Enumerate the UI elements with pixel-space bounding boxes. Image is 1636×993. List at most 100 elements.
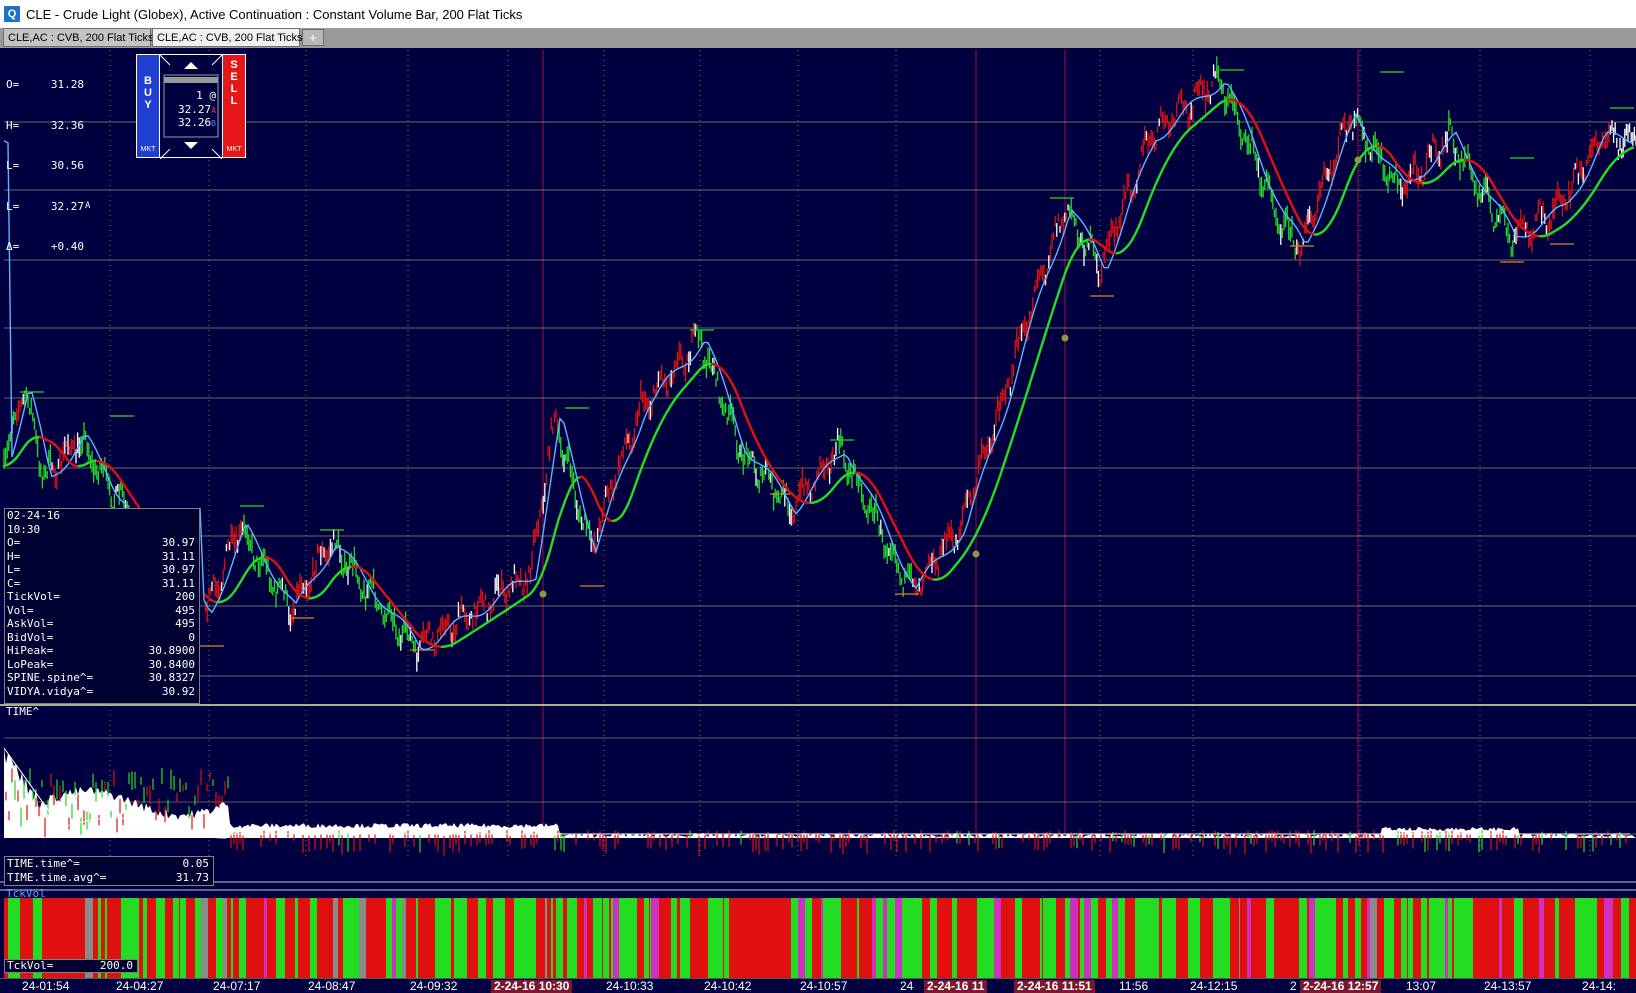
- tckvol-bar: [428, 898, 432, 978]
- app-q-icon[interactable]: Q: [4, 6, 20, 22]
- buy-button[interactable]: BUY MKT: [136, 54, 160, 158]
- bar-info-value: 200: [175, 590, 195, 604]
- tckvol-bar: [1106, 898, 1112, 978]
- tckvol-bar: [1056, 898, 1065, 978]
- tckvol-bar: [745, 898, 746, 978]
- time-avg-value: 31.73: [176, 871, 209, 885]
- tckvol-bar: [295, 898, 298, 978]
- tckvol-bar: [440, 898, 447, 978]
- tckvol-bar: [563, 898, 567, 978]
- tckvol-bar: [493, 898, 496, 978]
- tckvol-bar: [889, 898, 895, 978]
- bar-info-value: 30.97: [162, 536, 195, 550]
- tckvol-bar: [603, 898, 609, 978]
- tckvol-bar: [529, 898, 535, 978]
- time-axis-label: 24-09:32: [410, 980, 457, 993]
- time-axis-label: 2: [1290, 980, 1297, 993]
- ticket-handle[interactable]: [164, 77, 218, 83]
- tckvol-bar: [448, 898, 451, 978]
- ticket-ask: 32.27A: [178, 103, 216, 116]
- tckvol-bar: [368, 898, 374, 978]
- tckvol-bar: [1155, 898, 1159, 978]
- quote-delta-label: Δ=: [6, 240, 40, 254]
- tckvol-bar: [798, 898, 805, 978]
- tckvol-bar: [486, 898, 493, 978]
- tckvol-bar: [1408, 898, 1413, 978]
- tckvol-bar: [699, 898, 708, 978]
- tckvol-bar: [857, 898, 859, 978]
- chart-tab-2[interactable]: CLE,AC : CVB, 200 Flat Ticks: [152, 28, 300, 47]
- sell-button[interactable]: SELL MKT: [222, 54, 246, 158]
- tckvol-bar: [971, 898, 975, 978]
- tckvol-bar: [454, 898, 459, 978]
- tckvol-bar: [216, 898, 223, 978]
- tckvol-bar: [1508, 898, 1514, 978]
- tckvol-bar: [1407, 898, 1408, 978]
- tckvol-bar: [823, 898, 828, 978]
- tckvol-bar: [1452, 898, 1454, 978]
- tckvol-bar: [1317, 898, 1324, 978]
- price-chart[interactable]: [0, 48, 1636, 978]
- tckvol-bar: [276, 898, 285, 978]
- tckvol-bar: [1483, 898, 1485, 978]
- tckvol-bar: [1394, 898, 1399, 978]
- tckvol-bar: [408, 898, 413, 978]
- tckvol-bar: [957, 898, 960, 978]
- tckvol-bar: [1523, 898, 1531, 978]
- ticket-qty[interactable]: 1 @: [196, 89, 216, 102]
- tckvol-bar: [231, 898, 233, 978]
- tckvol-bar: [778, 898, 779, 978]
- tckvol-bar: [932, 898, 936, 978]
- bar-info-row: C=31.11: [5, 577, 199, 591]
- vidya-line: [1630, 148, 1633, 149]
- qty-up-arrow-icon[interactable]: [184, 62, 198, 69]
- tckvol-bar: [622, 898, 630, 978]
- bar-info-value: 30.92: [162, 685, 195, 699]
- qty-down-arrow-icon[interactable]: [184, 142, 198, 149]
- tckvol-bar: [250, 898, 258, 978]
- tckvol-bar: [522, 898, 529, 978]
- tckvol-bar: [1022, 898, 1031, 978]
- tckvol-bar: [1422, 898, 1427, 978]
- tckvol-info-panel: TckVol=200.0: [4, 959, 138, 973]
- bar-info-key: SPINE.spine^=: [7, 671, 93, 685]
- tckvol-bar: [1096, 898, 1098, 978]
- bar-info-value: 30.8327: [149, 671, 195, 685]
- bar-time: 10:30: [7, 523, 40, 537]
- time-axis-label: 11:56: [1119, 980, 1148, 993]
- tckvol-bar: [613, 898, 619, 978]
- time-axis[interactable]: 24-01:5424-04:2724-07:1724-08:4724-09:32…: [0, 978, 1636, 993]
- tckvol-bar: [984, 898, 985, 978]
- tckvol-bar: [1559, 898, 1563, 978]
- tckvol-bar: [1188, 898, 1196, 978]
- tckvol-bar: [1007, 898, 1015, 978]
- tckvol-bar: [547, 898, 551, 978]
- tckvol-bar: [960, 898, 969, 978]
- tckvol-bar: [909, 898, 910, 978]
- tckvol-bar: [1586, 898, 1588, 978]
- tckvol-bar: [1502, 898, 1508, 978]
- time-info-panel: TIME.time^=0.05 TIME.time.avg^=31.73: [4, 856, 214, 886]
- tckvol-bar: [671, 898, 675, 978]
- tckvol-bar: [432, 898, 435, 978]
- quote-last-marker: A: [85, 200, 90, 214]
- order-ticket: BUY MKT 1 @ 32.27A 32.26B SELL MKT: [136, 54, 246, 158]
- tckvol-bar: [1555, 898, 1559, 978]
- tckvol-bar: [619, 898, 622, 978]
- add-tab-button[interactable]: +: [302, 29, 324, 46]
- tckvol-bar: [338, 898, 343, 978]
- tckvol-bar: [611, 898, 613, 978]
- tckvol-bar: [139, 898, 143, 978]
- chart-tab-1[interactable]: CLE,AC : CVB, 200 Flat Ticks: [3, 28, 151, 47]
- bar-info-row: SPINE.spine^= 30.8327: [5, 671, 199, 685]
- tckvol-bar: [1445, 898, 1448, 978]
- tckvol-bar: [593, 898, 602, 978]
- time-axis-label: 24-08:47: [308, 980, 355, 993]
- tckvol-bar: [233, 898, 236, 978]
- tckvol-bar: [274, 898, 276, 978]
- tckvol-bar: [1139, 898, 1147, 978]
- tckvol-bar: [359, 898, 366, 978]
- tckvol-bar: [392, 898, 396, 978]
- tckvol-bar: [374, 898, 377, 978]
- tckvol-bar: [447, 898, 448, 978]
